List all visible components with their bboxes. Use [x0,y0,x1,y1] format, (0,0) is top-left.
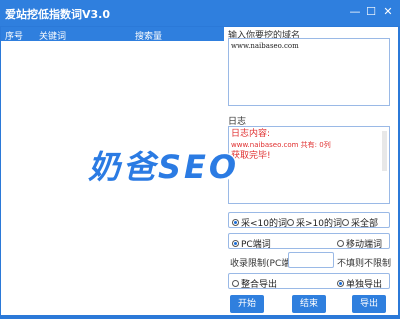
minimize-button[interactable]: — [348,5,362,19]
radio-icon [337,240,344,247]
limit-input[interactable] [288,252,334,268]
log-scrollbar[interactable] [382,131,387,171]
end-button[interactable]: 结束 [292,295,326,313]
domain-input[interactable]: www.naibaseo.com [228,38,390,106]
log-area[interactable]: 日志内容: www.naibaseo.com 共有: 0列 获取完毕! [228,126,390,204]
log-line: www.naibaseo.com 共有: 0列 [231,141,331,149]
watermark: 奶爸SEO [88,148,240,186]
radio-icon [232,280,239,287]
radio-all[interactable]: 采全部 [342,216,378,229]
table-header: 序号 关键词 搜索量 [1,27,224,42]
device-filter-group: PC端词 移动端词 [228,233,390,250]
radio-selected-icon [232,219,239,226]
radio-icon [342,219,349,226]
log-line: 获取完毕! [231,151,271,161]
radio-selected-icon [337,280,344,287]
start-button[interactable]: 开始 [230,295,264,313]
export-mode-group: 整合导出 单独导出 [228,273,390,290]
close-button[interactable]: ✕ [381,5,395,19]
export-button[interactable]: 导出 [352,295,386,313]
radio-above-10[interactable]: 采>10的词 [287,216,342,229]
radio-mobile[interactable]: 移动端词 [337,237,382,250]
maximize-button[interactable]: ☐ [364,5,378,19]
column-header-index: 序号 [5,32,24,42]
column-header-keyword: 关键词 [39,32,67,42]
limit-hint: 不填则不限制 [337,259,392,269]
radio-pc[interactable]: PC端词 [232,237,271,250]
radio-icon [287,219,294,226]
limit-label: 收录限制(PC端) [230,259,294,269]
radio-below-10[interactable]: 采<10的词 [232,216,287,229]
window-title: 爱站挖低指数词V3.0 [5,8,110,21]
domain-input-value: www.naibaseo.com [231,42,299,50]
radio-selected-icon [232,240,239,247]
title-bar: 爱站挖低指数词V3.0 — ☐ ✕ [0,0,400,26]
column-header-volume: 搜索量 [135,32,163,42]
range-filter-group: 采<10的词 采>10的词 采全部 [228,212,390,229]
radio-merged-export[interactable]: 整合导出 [232,277,277,290]
control-panel: 输入你要挖的域名 www.naibaseo.com 日志 日志内容: www.n… [224,27,398,315]
radio-separate-export[interactable]: 单独导出 [337,277,382,290]
log-line: 日志内容: [231,129,271,139]
